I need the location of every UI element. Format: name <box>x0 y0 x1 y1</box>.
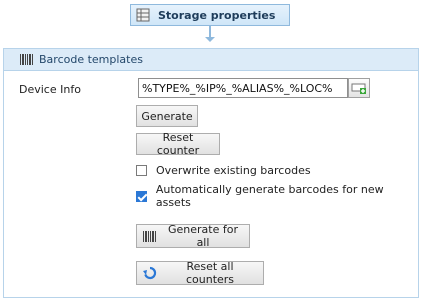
reset-counter-button[interactable]: Reset counter <box>136 131 220 157</box>
overwrite-checkbox[interactable] <box>136 165 147 176</box>
insert-field-button[interactable] <box>348 78 370 98</box>
auto-generate-checkbox-row[interactable]: Automatically generate barcodes for new … <box>136 183 418 209</box>
device-info-field[interactable]: %TYPE%_%IP%_%ALIAS%_%LOC% <box>138 78 348 98</box>
auto-generate-checkbox[interactable] <box>136 190 147 202</box>
insert-field-icon <box>351 83 366 94</box>
overwrite-checkbox-row[interactable]: Overwrite existing barcodes <box>136 164 311 177</box>
device-info-label: Device Info <box>19 83 81 96</box>
barcode-templates-panel: Barcode templates Device Info %TYPE%_%IP… <box>3 48 419 298</box>
reset-icon <box>143 266 157 280</box>
storage-properties-node[interactable]: Storage properties <box>130 4 290 26</box>
panel-header: Barcode templates <box>4 49 418 71</box>
panel-title: Barcode templates <box>39 53 143 66</box>
generate-button[interactable]: Generate <box>136 105 198 127</box>
barcode-icon <box>20 54 34 65</box>
generate-for-all-label: Generate for all <box>168 223 238 249</box>
overwrite-label: Overwrite existing barcodes <box>156 164 311 177</box>
reset-all-counters-button[interactable]: Reset all counters <box>136 260 264 286</box>
barcode-icon <box>143 230 157 242</box>
node-label: Storage properties <box>158 8 276 22</box>
auto-generate-label: Automatically generate barcodes for new … <box>155 183 384 209</box>
connector-arrow <box>205 37 215 42</box>
reset-all-label: Reset all counters <box>185 260 235 286</box>
generate-for-all-button[interactable]: Generate for all <box>136 223 250 249</box>
storage-grid-icon <box>136 8 150 22</box>
